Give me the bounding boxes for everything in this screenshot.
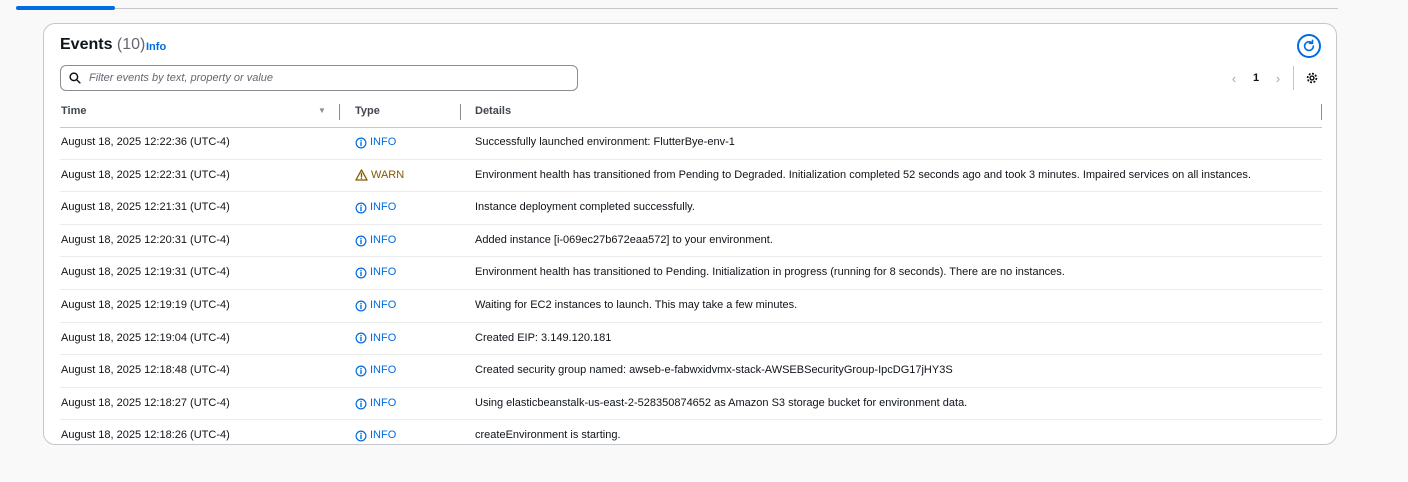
- next-page-icon[interactable]: ›: [1270, 71, 1286, 86]
- event-details: Waiting for EC2 instances to launch. Thi…: [475, 298, 798, 311]
- event-type-label: INFO: [370, 266, 397, 279]
- event-type: WARN: [355, 160, 404, 192]
- column-header-type[interactable]: Type: [355, 104, 380, 126]
- event-type-label: INFO: [370, 201, 397, 214]
- event-type-label: INFO: [370, 396, 397, 409]
- event-type-label: INFO: [370, 298, 397, 311]
- events-heading: Events (10): [60, 36, 145, 54]
- search-icon: [69, 72, 81, 84]
- event-type: INFO: [355, 323, 396, 355]
- events-panel: Events (10) Info ‹ 1 › Time ▼ Type Detai…: [43, 23, 1337, 445]
- warning-triangle-icon: [355, 169, 368, 182]
- info-circle-icon: [355, 267, 367, 279]
- event-details: Successfully launched environment: Flutt…: [475, 136, 735, 148]
- pagination: ‹ 1 ›: [1226, 68, 1286, 88]
- event-type: INFO: [355, 355, 396, 387]
- event-time: August 18, 2025 12:22:31 (UTC-4): [61, 168, 230, 181]
- event-time: August 18, 2025 12:20:31 (UTC-4): [61, 233, 230, 246]
- preferences-button[interactable]: [1304, 70, 1320, 86]
- event-details: Instance deployment completed successful…: [475, 201, 695, 214]
- event-type: INFO: [355, 257, 396, 289]
- info-circle-icon: [355, 398, 367, 410]
- event-type: INFO: [355, 290, 396, 322]
- table-row: August 18, 2025 12:18:26 (UTC-4) INFO crea…: [60, 420, 1322, 452]
- filter-field[interactable]: [60, 65, 578, 91]
- info-circle-icon: [355, 137, 367, 149]
- column-resizer[interactable]: [339, 104, 340, 120]
- event-details: Added instance [i-069ec27b672eaa572] to …: [475, 233, 773, 246]
- event-type-label: INFO: [370, 233, 397, 246]
- event-time: August 18, 2025 12:21:31 (UTC-4): [61, 201, 230, 214]
- info-circle-icon: [355, 202, 367, 214]
- column-resizer[interactable]: [460, 104, 461, 120]
- active-tab-indicator: [16, 6, 115, 10]
- info-link[interactable]: Info: [146, 41, 166, 53]
- refresh-button[interactable]: [1297, 34, 1321, 58]
- table-header: Time ▼ Type Details: [60, 104, 1322, 128]
- table-row: August 18, 2025 12:19:04 (UTC-4) INFO Crea…: [60, 323, 1322, 356]
- table-row: August 18, 2025 12:21:31 (UTC-4) INFO Inst…: [60, 192, 1322, 225]
- event-type: INFO: [355, 225, 396, 257]
- events-title: Events: [60, 36, 113, 53]
- events-count: (10): [116, 36, 146, 53]
- event-details: createEnvironment is starting.: [475, 429, 621, 442]
- event-details: Created EIP: 3.149.120.181: [475, 331, 612, 344]
- filter-input[interactable]: [87, 71, 551, 85]
- column-header-time[interactable]: Time: [61, 104, 86, 126]
- tabs-divider: [16, 8, 1338, 9]
- event-time: August 18, 2025 12:18:26 (UTC-4): [61, 429, 230, 442]
- event-time: August 18, 2025 12:18:27 (UTC-4): [61, 396, 230, 409]
- event-type-label: INFO: [370, 331, 397, 344]
- column-header-details[interactable]: Details: [475, 104, 511, 126]
- event-type-label: INFO: [370, 136, 397, 148]
- prev-page-icon[interactable]: ‹: [1226, 71, 1242, 86]
- event-time: August 18, 2025 12:19:31 (UTC-4): [61, 266, 230, 279]
- event-time: August 18, 2025 12:18:48 (UTC-4): [61, 364, 230, 377]
- event-time: August 18, 2025 12:19:19 (UTC-4): [61, 298, 230, 311]
- column-resizer[interactable]: [1321, 104, 1322, 120]
- event-details: Using elasticbeanstalk-us-east-2-5283508…: [475, 396, 968, 409]
- info-circle-icon: [355, 332, 367, 344]
- event-time: August 18, 2025 12:22:36 (UTC-4): [61, 136, 230, 148]
- table-row: August 18, 2025 12:18:48 (UTC-4) INFO Crea…: [60, 355, 1322, 388]
- info-circle-icon: [355, 235, 367, 247]
- event-type: INFO: [355, 127, 396, 159]
- event-type-label: WARN: [371, 168, 405, 181]
- event-details: Environment health has transitioned to P…: [475, 266, 1065, 279]
- event-type: INFO: [355, 192, 396, 224]
- table-row: August 18, 2025 12:19:31 (UTC-4) INFO Envi…: [60, 257, 1322, 290]
- info-circle-icon: [355, 430, 367, 442]
- event-details: Created security group named: awseb-e-fa…: [475, 364, 953, 377]
- event-type: INFO: [355, 420, 396, 452]
- table-row: August 18, 2025 12:22:36 (UTC-4) INFO Succ…: [60, 127, 1322, 160]
- page-number[interactable]: 1: [1242, 72, 1270, 84]
- event-type-label: INFO: [370, 429, 397, 442]
- event-type: INFO: [355, 388, 396, 420]
- table-row: August 18, 2025 12:20:31 (UTC-4) INFO Adde…: [60, 225, 1322, 258]
- info-circle-icon: [355, 300, 367, 312]
- events-table-body: August 18, 2025 12:22:36 (UTC-4) INFO Succ…: [60, 127, 1322, 452]
- caret-down-icon[interactable]: ▼: [318, 106, 326, 115]
- info-circle-icon: [355, 365, 367, 377]
- refresh-icon: [1303, 39, 1315, 52]
- table-row: August 18, 2025 12:19:19 (UTC-4) INFO Wait…: [60, 290, 1322, 323]
- event-details: Environment health has transitioned from…: [475, 168, 1251, 181]
- event-type-label: INFO: [370, 364, 397, 377]
- table-row: August 18, 2025 12:22:31 (UTC-4) WARN Envi…: [60, 160, 1322, 193]
- event-time: August 18, 2025 12:19:04 (UTC-4): [61, 331, 230, 344]
- gear-icon: [1306, 72, 1318, 84]
- pager-divider: [1293, 66, 1294, 90]
- table-row: August 18, 2025 12:18:27 (UTC-4) INFO Usin…: [60, 388, 1322, 421]
